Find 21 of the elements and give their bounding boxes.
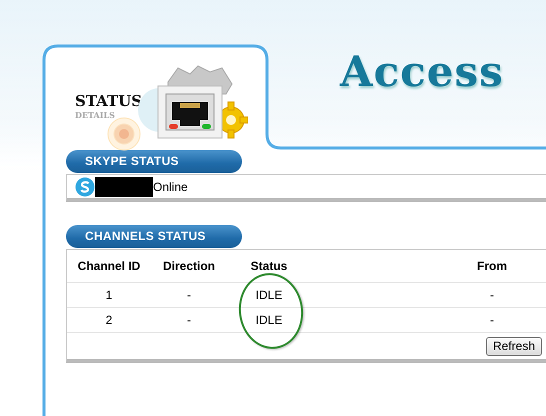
table-cell: - bbox=[311, 282, 546, 307]
redaction-block bbox=[95, 176, 153, 196]
column-header: From bbox=[311, 250, 546, 282]
chat-logo-icon bbox=[75, 176, 95, 196]
column-header: Direction bbox=[151, 250, 227, 282]
table-cell: - bbox=[311, 307, 546, 332]
table-cell: 2 bbox=[67, 307, 151, 332]
table-cell: IDLE bbox=[227, 307, 311, 332]
column-header: Channel ID bbox=[67, 250, 151, 282]
table-cell: 1 bbox=[67, 282, 151, 307]
page-title: STATUS bbox=[75, 93, 142, 110]
section-heading: SKYPE STATUS bbox=[66, 150, 242, 173]
table-cell: IDLE bbox=[227, 282, 311, 307]
logo-wordmark: Access bbox=[340, 48, 504, 96]
online-status: Online bbox=[153, 178, 188, 196]
table-cell: - bbox=[151, 282, 227, 307]
section-heading: CHANNELS STATUS bbox=[66, 225, 242, 248]
column-header: Status bbox=[227, 250, 311, 282]
refresh-button[interactable]: Refresh bbox=[486, 336, 542, 356]
table-cell: - bbox=[151, 307, 227, 332]
page-subtitle: DETAILS bbox=[75, 110, 116, 121]
